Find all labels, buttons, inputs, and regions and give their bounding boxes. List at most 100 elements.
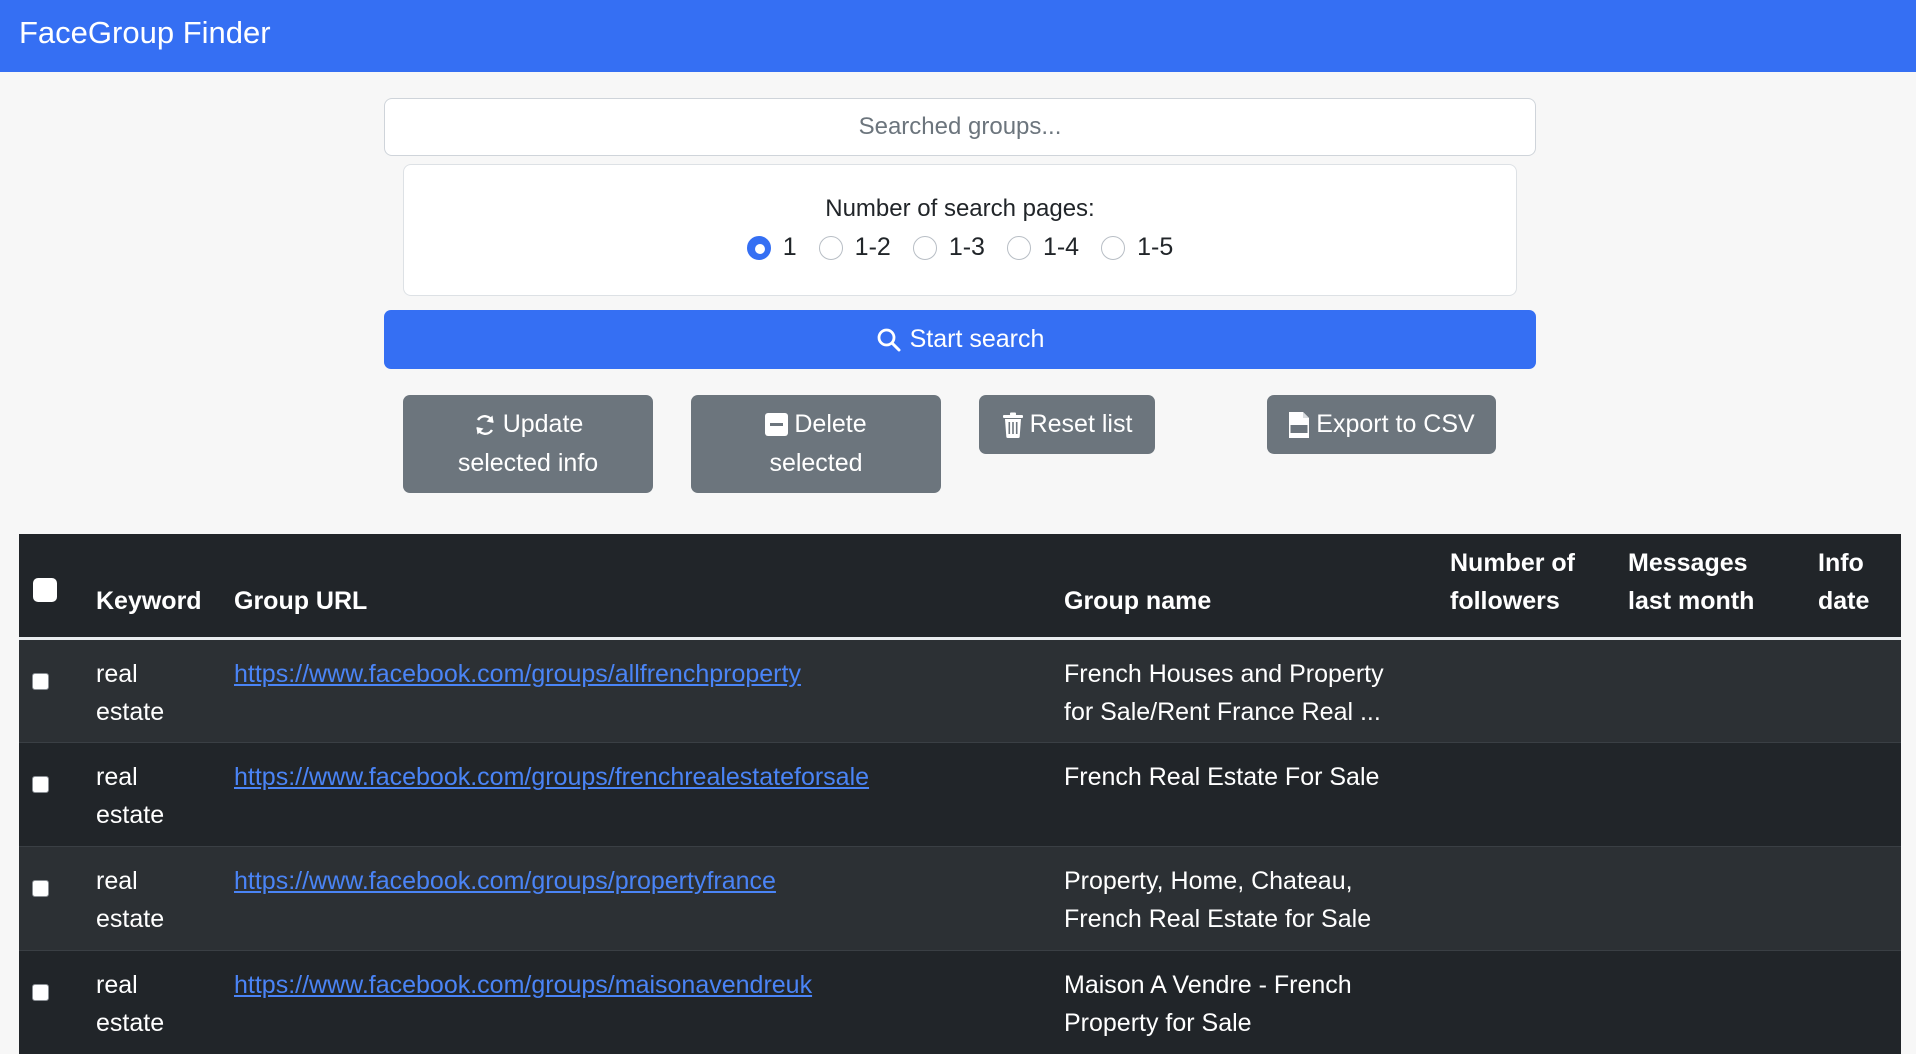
table-row: real estate https://www.facebook.com/grou… [19, 950, 1901, 1054]
group-name-line1: Maison A Vendre - French [1064, 970, 1352, 999]
delete-label-line2: selected [769, 449, 863, 477]
group-name-line1: French Houses and Property [1064, 659, 1384, 688]
info-date-cell [1818, 846, 1901, 950]
keyword-line1: real [96, 659, 138, 688]
group-url-link[interactable]: https://www.facebook.com/groups/property… [234, 867, 776, 895]
header-keyword[interactable]: Keyword [96, 534, 234, 638]
keyword-line1: real [96, 866, 138, 895]
row-select-cell [19, 638, 96, 742]
keyword-cell: real estate [96, 742, 234, 846]
radio-pages-1[interactable]: 1 [746, 233, 797, 262]
select-all-cell [19, 534, 96, 638]
messages-cell [1628, 846, 1818, 950]
group-name-cell: French Houses and Property for Sale/Rent … [1064, 638, 1450, 742]
radio-button[interactable] [746, 235, 771, 260]
radio-label: 1-2 [854, 233, 891, 261]
header-followers-line1: Number of [1450, 548, 1575, 577]
group-name-line1: French Real Estate For Sale [1064, 762, 1380, 791]
radio-label: 1-3 [948, 233, 985, 261]
search-input[interactable] [384, 98, 1536, 156]
row-checkbox[interactable] [32, 983, 49, 1001]
radio-button[interactable] [818, 235, 843, 260]
row-select-cell [19, 950, 96, 1054]
search-pages-radio-group: 1 1-2 1-3 1-4 1-5 [404, 233, 1516, 262]
groups-table-container: Keyword Group URL Group name Number of f… [19, 534, 1901, 1054]
messages-cell [1628, 950, 1818, 1054]
group-name-line2: for Sale/Rent France Real ... [1064, 697, 1381, 726]
url-cell: https://www.facebook.com/groups/allfrenc… [234, 638, 1064, 742]
keyword-line2: estate [96, 1008, 165, 1037]
info-date-cell [1818, 638, 1901, 742]
radio-label: 1-4 [1042, 233, 1080, 261]
select-all-checkbox[interactable] [33, 577, 57, 602]
radio-button[interactable] [1006, 235, 1031, 260]
header-group-url[interactable]: Group URL [234, 534, 1064, 638]
reset-list-label: Reset list [1029, 410, 1133, 438]
header-info-line2: date [1818, 586, 1870, 615]
table-row: real estate https://www.facebook.com/grou… [19, 742, 1901, 846]
export-csv-label: Export to CSV [1316, 410, 1475, 438]
radio-pages-1-4[interactable]: 1-4 [1006, 233, 1080, 262]
search-icon [877, 328, 901, 351]
radio-pages-1-5[interactable]: 1-5 [1101, 233, 1173, 262]
row-select-cell [19, 846, 96, 950]
keyword-cell: real estate [96, 846, 234, 950]
radio-button[interactable] [1101, 235, 1126, 260]
header-messages[interactable]: Messages last month [1628, 534, 1818, 638]
search-pages-panel: Number of search pages: 1 1-2 1-3 1-4 1-… [403, 164, 1517, 296]
keyword-line1: real [96, 970, 138, 999]
app-title[interactable]: FaceGroup Finder [19, 0, 271, 66]
url-cell: https://www.facebook.com/groups/frenchre… [234, 742, 1064, 846]
followers-cell [1450, 742, 1628, 846]
row-checkbox[interactable] [32, 879, 49, 897]
start-search-button[interactable]: Start search [384, 310, 1536, 369]
group-name-cell: Maison A Vendre - French Property for Sal… [1064, 950, 1450, 1054]
group-url-link[interactable]: https://www.facebook.com/groups/allfrenc… [234, 660, 801, 688]
group-url-link[interactable]: https://www.facebook.com/groups/maisonav… [234, 971, 812, 999]
followers-cell [1450, 950, 1628, 1054]
radio-label: 1 [782, 233, 797, 261]
info-date-cell [1818, 742, 1901, 846]
messages-cell [1628, 742, 1818, 846]
export-csv-button[interactable]: Export to CSV [1267, 395, 1496, 454]
header-info-date[interactable]: Info date [1818, 534, 1901, 638]
radio-button[interactable] [912, 235, 937, 260]
radio-label: 1-5 [1137, 233, 1174, 261]
delete-label-line1: Delete [794, 410, 867, 438]
header-info-line1: Info [1818, 548, 1864, 577]
followers-cell [1450, 638, 1628, 742]
group-name-cell: Property, Home, Chateau, French Real Esta… [1064, 846, 1450, 950]
delete-selected-button[interactable]: Delete selected [691, 395, 941, 493]
update-selected-button[interactable]: Update selected info [403, 395, 653, 493]
row-checkbox[interactable] [32, 672, 49, 690]
radio-pages-1-3[interactable]: 1-3 [912, 233, 985, 262]
csv-file-icon [1289, 411, 1310, 438]
radio-pages-1-2[interactable]: 1-2 [818, 233, 891, 262]
table-header-row: Keyword Group URL Group name Number of f… [19, 534, 1901, 638]
group-name-line1: Property, Home, Chateau, [1064, 866, 1353, 895]
header-group-name[interactable]: Group name [1064, 534, 1450, 638]
keyword-cell: real estate [96, 638, 234, 742]
group-name-cell: French Real Estate For Sale [1064, 742, 1450, 846]
update-label-line1: Update [502, 410, 584, 438]
header-messages-line1: Messages [1628, 548, 1748, 577]
search-pages-label: Number of search pages: [825, 195, 1095, 222]
table-row: real estate https://www.facebook.com/grou… [19, 638, 1901, 742]
header-followers[interactable]: Number of followers [1450, 534, 1628, 638]
keyword-cell: real estate [96, 950, 234, 1054]
keyword-line1: real [96, 762, 138, 791]
reset-list-button[interactable]: Reset list [979, 395, 1155, 454]
header-followers-line2: followers [1450, 586, 1560, 615]
table-row: real estate https://www.facebook.com/grou… [19, 846, 1901, 950]
keyword-line2: estate [96, 697, 165, 726]
groups-table: Keyword Group URL Group name Number of f… [19, 534, 1901, 1054]
row-select-cell [19, 742, 96, 846]
followers-cell [1450, 846, 1628, 950]
row-checkbox[interactable] [32, 775, 49, 793]
messages-cell [1628, 638, 1818, 742]
group-name-line2: French Real Estate for Sale [1064, 904, 1372, 933]
group-url-link[interactable]: https://www.facebook.com/groups/frenchre… [234, 763, 869, 791]
keyword-line2: estate [96, 800, 165, 829]
navbar: FaceGroup Finder [0, 0, 1916, 72]
refresh-icon [476, 414, 494, 435]
